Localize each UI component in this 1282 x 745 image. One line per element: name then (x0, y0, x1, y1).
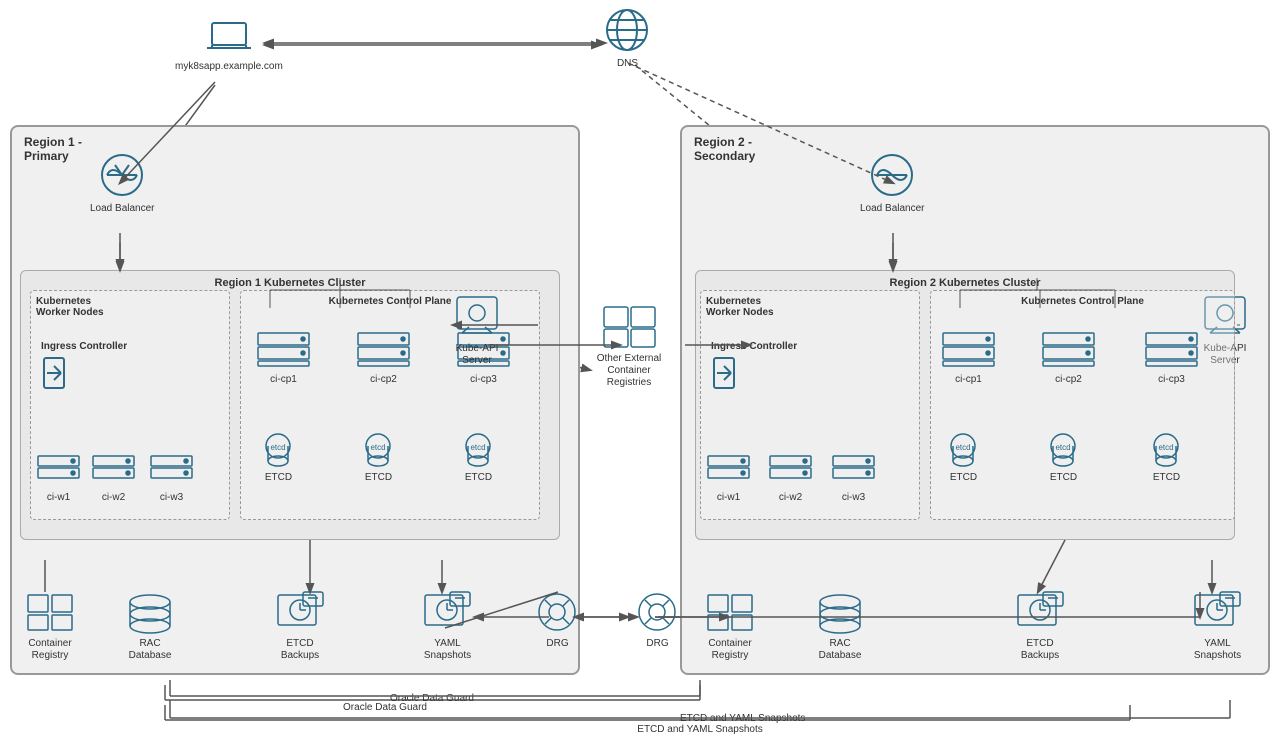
ciw3-label: ci-w3 (160, 492, 183, 504)
etcd2-item-r2: etcd ETCD (1041, 431, 1086, 484)
drg1-item: DRG (535, 590, 580, 650)
cicp1-r2-label: ci-cp1 (955, 374, 982, 386)
kubeapi1-label: Kube-API Server (456, 343, 499, 367)
ciw1-item: ci-w1 (36, 454, 81, 504)
container-registry-r2-label: Container Registry (700, 638, 760, 662)
lb2-label: Load Balancer (860, 203, 925, 215)
drg2-label: DRG (646, 638, 668, 650)
yaml-snapshots-r2: YAML Snapshots (1185, 590, 1250, 662)
kubeapi1-item: Kube-API Server (452, 295, 502, 367)
etcd2-label-r2: ETCD (1050, 472, 1077, 484)
yaml-snapshots-r1-label: YAML Snapshots (415, 638, 480, 662)
cicp1-r2-item: ci-cp1 (941, 331, 996, 386)
yaml-snapshots-r1: YAML Snapshots (415, 590, 480, 662)
worker-nodes-2-label: KubernetesWorker Nodes (706, 296, 774, 318)
rac-database-r1-label: RAC Database (120, 638, 180, 662)
cluster2-label: Region 2 Kubernetes Cluster (890, 277, 1041, 289)
svg-text:etcd: etcd (370, 443, 385, 452)
container-registry-r2: Container Registry (700, 590, 760, 662)
rac-database-r2-label: RAC Database (810, 638, 870, 662)
region1-label: Region 1 -Primary (24, 135, 82, 163)
svg-text:etcd: etcd (270, 443, 285, 452)
svg-text:etcd: etcd (1158, 443, 1173, 452)
rac-database-r1: RAC Database (120, 590, 180, 662)
dns-label: DNS (617, 58, 638, 70)
region2-label: Region 2 -Secondary (694, 135, 755, 163)
ciw1-r2-label: ci-w1 (717, 492, 740, 504)
cicp2-item: ci-cp2 (356, 331, 411, 386)
etcd-backups-r1-label: ETCD Backups (270, 638, 330, 662)
etcd-backups-r2-label: ETCD Backups (1010, 638, 1070, 662)
svg-text:etcd: etcd (470, 443, 485, 452)
ciw2-r2-item: ci-w2 (768, 454, 813, 504)
oracle-data-guard-label: Oracle Data Guard (390, 693, 474, 704)
ciw3-r2-label: ci-w3 (842, 492, 865, 504)
cicp2-r2-item: ci-cp2 (1041, 331, 1096, 386)
cicp1-item: ci-cp1 (256, 331, 311, 386)
etcd3-label-r2: ETCD (1153, 472, 1180, 484)
yaml-snapshots-r2-label: YAML Snapshots (1185, 638, 1250, 662)
lb2-item: Load Balancer (860, 150, 925, 215)
worker-arrow-1 (39, 356, 69, 394)
cicp3-r2-label: ci-cp3 (1158, 374, 1185, 386)
etcd-backups-r2: ETCD Backups (1010, 590, 1070, 662)
etcd1-item-r2: etcd ETCD (941, 431, 986, 484)
diagram: myk8sapp.example.com DNS Region 1 -Prima… (0, 0, 1282, 745)
lb1-item: Load Balancer (90, 150, 155, 215)
ciw2-r2-label: ci-w2 (779, 492, 802, 504)
ciw3-item: ci-w3 (149, 454, 194, 504)
etcd3-item-r1: etcd ETCD (456, 431, 501, 484)
cicp1-label: ci-cp1 (270, 374, 297, 386)
etcd3-label-r1: ETCD (465, 472, 492, 484)
svg-text:etcd: etcd (1055, 443, 1070, 452)
dns-item: DNS (600, 5, 655, 70)
other-registries-label: Other External Container Registries (589, 353, 669, 389)
container-registry-r1-label: Container Registry (20, 638, 80, 662)
ingress-label-2: Ingress Controller (711, 341, 797, 352)
ciw2-item: ci-w2 (91, 454, 136, 504)
ciw1-label: ci-w1 (47, 492, 70, 504)
cp2-label: Kubernetes Control Plane (1021, 296, 1144, 307)
other-registries-item: Other External Container Registries (589, 305, 669, 389)
etcd1-label-r2: ETCD (950, 472, 977, 484)
worker-nodes-1-label: KubernetesWorker Nodes (36, 296, 104, 318)
etcd2-label-r1: ETCD (365, 472, 392, 484)
lb1-label: Load Balancer (90, 203, 155, 215)
svg-text:ETCD and YAML Snapshots: ETCD and YAML Snapshots (637, 724, 762, 735)
cluster1-label: Region 1 Kubernetes Cluster (215, 277, 366, 289)
svg-text:etcd: etcd (955, 443, 970, 452)
laptop-item: myk8sapp.example.com (175, 18, 283, 73)
drg1-label: DRG (546, 638, 568, 650)
drg2-item: DRG (635, 590, 680, 650)
worker-nodes-1-box: KubernetesWorker Nodes Ingress Controlle… (30, 290, 230, 520)
ciw1-r2-item: ci-w1 (706, 454, 751, 504)
worker-arrow-2 (709, 356, 739, 394)
cicp3-r2-item: ci-cp3 (1144, 331, 1199, 386)
cp1-label: Kubernetes Control Plane (329, 296, 452, 307)
etcd1-label-r1: ETCD (265, 472, 292, 484)
cp2-box: Kubernetes Control Plane ci-cp1 ci-cp2 (930, 290, 1235, 520)
ciw2-label: ci-w2 (102, 492, 125, 504)
ciw3-r2-item: ci-w3 (831, 454, 876, 504)
rac-database-r2: RAC Database (810, 590, 870, 662)
ingress-label-1: Ingress Controller (41, 341, 127, 352)
etcd1-item-r1: etcd ETCD (256, 431, 301, 484)
etcd3-item-r2: etcd ETCD (1144, 431, 1189, 484)
etcd2-item-r1: etcd ETCD (356, 431, 401, 484)
cicp2-r2-label: ci-cp2 (1055, 374, 1082, 386)
etcd-backups-r1: ETCD Backups (270, 590, 330, 662)
cicp2-label: ci-cp2 (370, 374, 397, 386)
laptop-label: myk8sapp.example.com (175, 61, 283, 73)
etcd-yaml-label: ETCD and YAML Snapshots (680, 713, 805, 724)
worker-nodes-2-box: KubernetesWorker Nodes Ingress Controlle… (700, 290, 920, 520)
container-registry-r1: Container Registry (20, 590, 80, 662)
cicp3-label: ci-cp3 (470, 374, 497, 386)
